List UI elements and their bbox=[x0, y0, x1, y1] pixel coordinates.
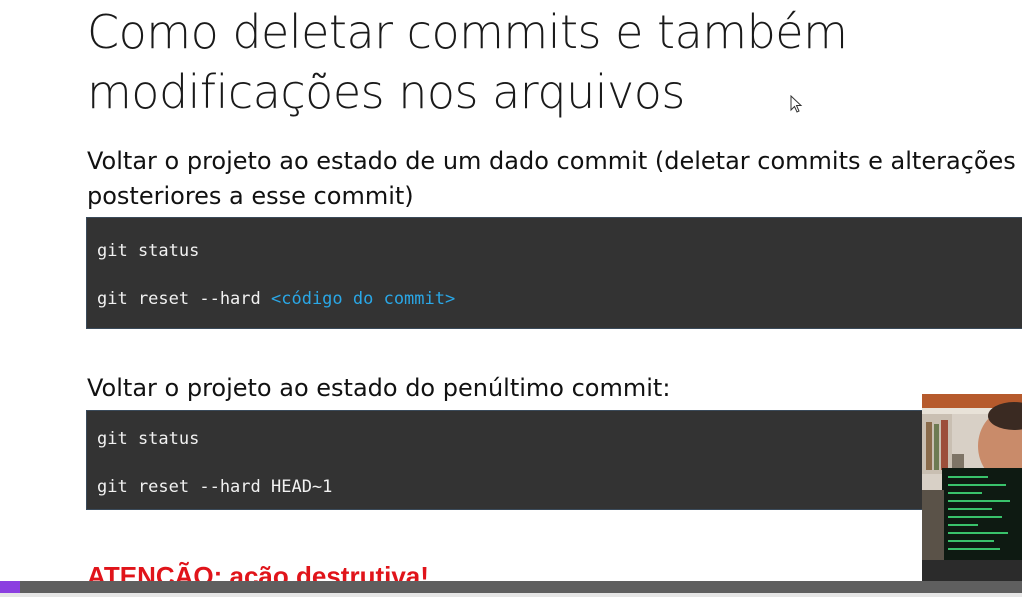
section1-description-line-1: Voltar o projeto ao estado de um dado co… bbox=[87, 147, 1016, 175]
mouse-pointer-icon bbox=[790, 95, 803, 113]
progress-buffer-strip bbox=[0, 593, 1022, 597]
code-line-git-reset-head: git reset --hard HEAD~1 bbox=[97, 477, 333, 497]
slide-title: Como deletar commits e também modificaçõ… bbox=[87, 2, 987, 122]
section2-description: Voltar o projeto ao estado do penúltimo … bbox=[87, 374, 671, 402]
webcam-overlay bbox=[922, 394, 1022, 597]
code-block-2: git status git reset --hard HEAD~1 bbox=[86, 410, 926, 510]
slide-title-line-2: modificações nos arquivos bbox=[87, 65, 685, 119]
code-line-git-status: git status bbox=[97, 429, 200, 449]
code-command: git reset --hard bbox=[97, 289, 271, 309]
code-block-1: git status git reset --hard <código do c… bbox=[86, 217, 1022, 329]
webcam-image bbox=[922, 394, 1022, 597]
code-line-git-status: git status bbox=[97, 241, 200, 261]
code-placeholder: <código do commit> bbox=[271, 289, 456, 309]
code-line-git-reset: git reset --hard <código do commit> bbox=[97, 289, 455, 309]
section1-description-line-2: posteriores a esse commit) bbox=[87, 182, 414, 210]
video-progress-bar[interactable] bbox=[0, 581, 1022, 597]
section1-description: Voltar o projeto ao estado de um dado co… bbox=[87, 144, 1016, 214]
slide-title-line-1: Como deletar commits e também bbox=[87, 5, 848, 59]
